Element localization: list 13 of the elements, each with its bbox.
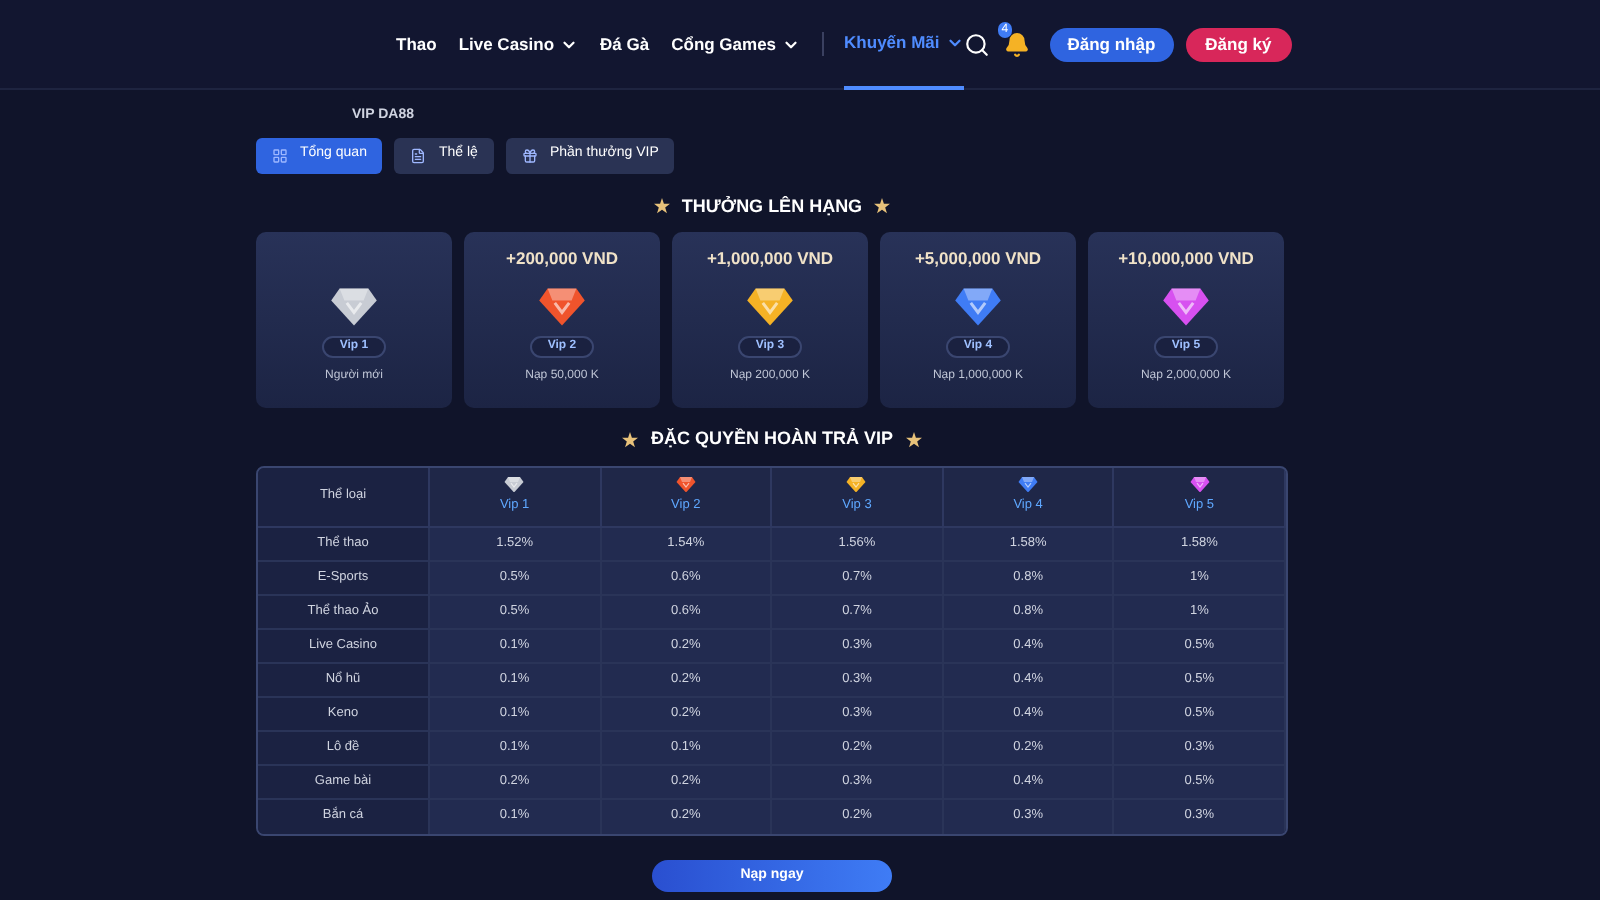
bonus-amount: +1,000,000 VND [706, 248, 834, 268]
register-button[interactable]: Đăng ký [1185, 27, 1292, 61]
bonus-amount: +10,000,000 VND [1118, 248, 1254, 268]
section-title: THƯỞNG LÊN HẠNG [681, 193, 863, 220]
nav-link[interactable]: Khuyến Mãi [844, 0, 964, 89]
bonus-amount: +5,000,000 VND [914, 248, 1042, 268]
nav-link[interactable]: Cổng Games [671, 0, 801, 89]
nav-link[interactable]: Live Casino [458, 0, 579, 89]
nav-link[interactable]: Thao [396, 0, 437, 89]
section-title: ĐẶC QUYỀN HOÀN TRẢ VIP [650, 426, 893, 452]
bonus-amount: +200,000 VND [506, 248, 618, 268]
nav-link[interactable]: Đá Gà [600, 0, 650, 89]
login-button[interactable]: Đăng nhập [1049, 27, 1174, 61]
